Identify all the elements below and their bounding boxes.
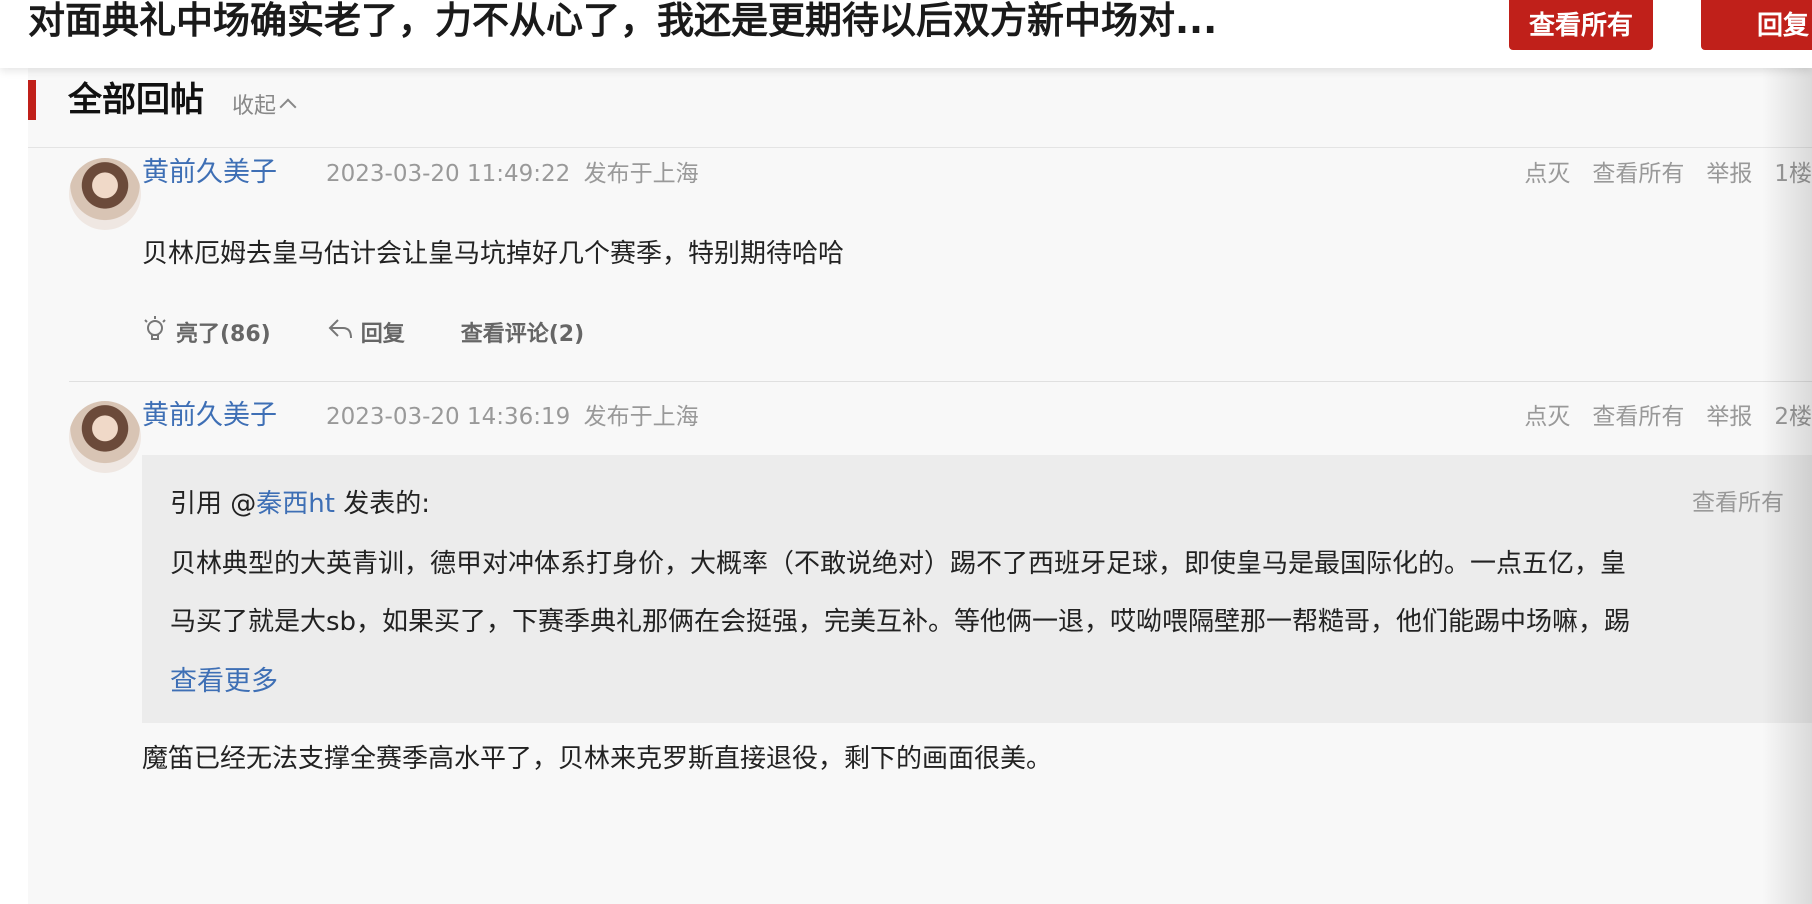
collapse-label: 收起 xyxy=(232,94,277,119)
chevron-up-icon xyxy=(279,98,297,116)
report-link[interactable]: 举报 xyxy=(1706,397,1752,431)
reply-button[interactable]: 回复 xyxy=(1701,0,1812,50)
reply-link[interactable]: 回复 xyxy=(327,316,405,348)
quote-show-more-link[interactable]: 查看更多 xyxy=(170,659,278,698)
view-all-button[interactable]: 查看所有 xyxy=(1509,0,1653,50)
reply-label: 回复 xyxy=(360,322,405,347)
collapse-toggle[interactable]: 收起 xyxy=(232,88,297,120)
quote-mention[interactable]: 秦西ht xyxy=(256,489,335,519)
thread-title: 对面典礼中场确实老了，力不从心了，我还是更期待以后双方新中场对... xyxy=(28,0,1218,42)
post-username[interactable]: 黄前久美子 xyxy=(142,393,277,432)
post-location: 发布于上海 xyxy=(583,161,699,187)
post-text: 魔笛已经无法支撑全赛季高水平了，贝林来克罗斯直接退役，剩下的画面很美。 xyxy=(142,744,1053,774)
like-label: 亮了(86) xyxy=(176,322,271,347)
quote-suffix: 发表的: xyxy=(334,489,430,519)
post-text: 贝林厄姆去皇马估计会让皇马坑掉好几个赛季，特别期待哈哈 xyxy=(142,239,845,269)
post-time: 2023-03-20 11:49:22 xyxy=(326,161,571,187)
post-actions: 亮了(86) 回复 查看评论(2) xyxy=(142,314,584,350)
floor-number: 1楼 xyxy=(1774,161,1812,187)
downvote-link[interactable]: 点灭 xyxy=(1524,154,1570,188)
post-timestamp: 2023-03-20 11:49:22 发布于上海 xyxy=(326,154,699,188)
section-title: 全部回帖 xyxy=(68,80,204,120)
post-username[interactable]: 黄前久美子 xyxy=(142,150,277,189)
section-accent-bar xyxy=(28,80,36,120)
post-links: 点灭 查看所有 举报 1楼 xyxy=(1524,154,1812,188)
downvote-link[interactable]: 点灭 xyxy=(1524,397,1570,431)
avatar[interactable] xyxy=(69,401,141,473)
quote-block: 引用 @秦西ht 发表的: 查看所有 贝林典型的大英青训，德甲对冲体系打身价，大… xyxy=(142,455,1812,723)
post-time: 2023-03-20 14:36:19 xyxy=(326,404,571,430)
section-header: 全部回帖 收起 xyxy=(28,80,1788,124)
reply-icon xyxy=(327,316,353,348)
quote-header: 引用 @秦西ht 发表的: xyxy=(170,483,430,520)
divider xyxy=(28,147,1812,148)
view-all-link[interactable]: 查看所有 xyxy=(1592,397,1684,431)
floor-number: 2楼 xyxy=(1774,404,1812,430)
view-comments-link[interactable]: 查看评论(2) xyxy=(461,316,584,348)
quote-text-line: 马买了就是大sb，如果买了，下赛季典礼那俩在会挺强，完美互补。等他俩一退，哎呦喂… xyxy=(170,607,1631,637)
sticky-header: 对面典礼中场确实老了，力不从心了，我还是更期待以后双方新中场对... 查看所有 … xyxy=(0,0,1812,68)
avatar[interactable] xyxy=(69,158,141,230)
quote-text-line: 贝林典型的大英青训，德甲对冲体系打身价，大概率（不敢说绝对）踢不了西班牙足球，即… xyxy=(170,549,1627,579)
report-link[interactable]: 举报 xyxy=(1706,154,1752,188)
quote-view-all-link[interactable]: 查看所有 xyxy=(1692,483,1784,517)
like-button[interactable]: 亮了(86) xyxy=(142,314,271,350)
divider xyxy=(69,381,1812,382)
view-all-link[interactable]: 查看所有 xyxy=(1592,154,1684,188)
post-links: 点灭 查看所有 举报 2楼 xyxy=(1524,397,1812,431)
post-location: 发布于上海 xyxy=(583,404,699,430)
post-timestamp: 2023-03-20 14:36:19 发布于上海 xyxy=(326,397,699,431)
lightbulb-icon xyxy=(142,314,168,350)
replies-area: 全部回帖 收起 黄前久美子 2023-03-20 11:49:22 发布于上海 … xyxy=(28,68,1812,904)
quote-prefix: 引用 @ xyxy=(170,489,257,519)
comments-label: 查看评论(2) xyxy=(460,322,585,347)
